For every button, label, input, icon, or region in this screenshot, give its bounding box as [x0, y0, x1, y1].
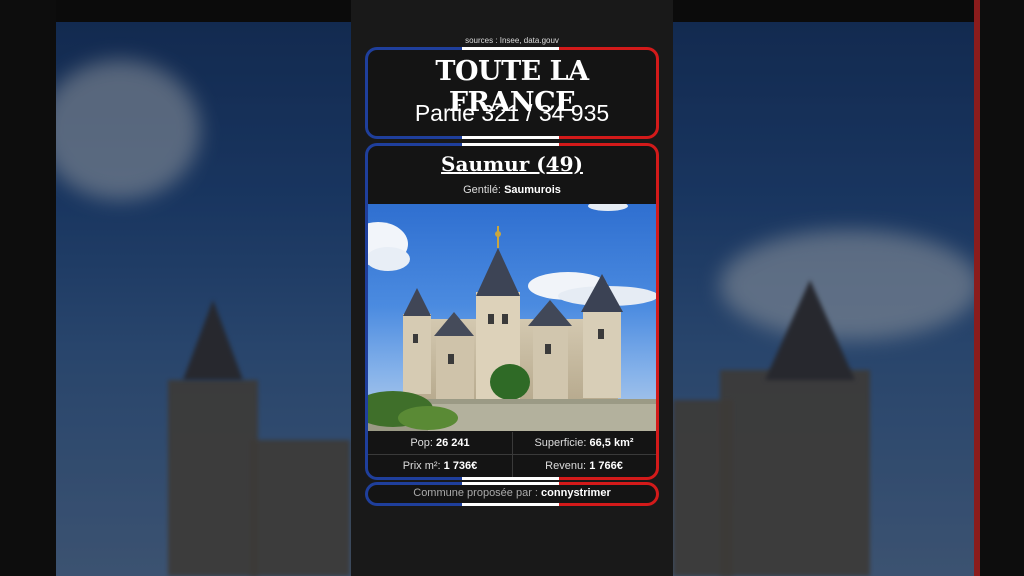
gentile-label: Gentilé:: [463, 184, 501, 196]
stat-prix-value: 1 736€: [443, 460, 478, 472]
part-counter: Partie 321 / 34 935: [414, 100, 610, 126]
stat-revenu-label: Revenu:: [545, 460, 587, 472]
left-border: [0, 0, 56, 576]
stats-grid: Pop: 26 241 Superficie: 66,5 km² Prix m²…: [368, 432, 656, 477]
stat-pop-value: 26 241: [436, 437, 470, 449]
gentile-line: Gentilé: Saumurois: [368, 184, 656, 196]
stats-divider: [512, 432, 513, 477]
stat-prix: Prix m²: 1 736€: [368, 455, 512, 477]
sources-text: sources : Insee, data.gouv: [465, 36, 559, 45]
stat-superficie-value: 66,5 km²: [589, 437, 634, 449]
commune-name: Saumur (49): [441, 152, 583, 176]
gentile-value: Saumurois: [504, 184, 561, 196]
footer-card: Commune proposée par : connystrimer: [365, 482, 659, 506]
header-card: TOUTE LA FRANCE Partie 321 / 34 935: [365, 47, 659, 139]
stat-superficie-label: Superficie:: [534, 437, 587, 449]
stat-superficie: Superficie: 66,5 km²: [512, 432, 656, 454]
stat-prix-label: Prix m²:: [402, 460, 441, 472]
footer-label: Commune proposée par :: [413, 487, 538, 499]
footer-author: connystrimer: [541, 487, 611, 499]
stat-revenu: Revenu: 1 766€: [512, 455, 656, 477]
stat-pop-label: Pop:: [410, 437, 433, 449]
stat-revenu-value: 1 766€: [589, 460, 623, 472]
castle-illustration: [368, 204, 656, 431]
commune-card: Saumur (49) Gentilé: Saumurois Pop: 26 2…: [365, 143, 659, 480]
stat-pop: Pop: 26 241: [368, 432, 512, 454]
castle-photo: [368, 204, 656, 431]
footer-line: Commune proposée par : connystrimer: [368, 487, 656, 499]
right-red-edge: [974, 0, 980, 576]
right-border: [974, 0, 1024, 576]
